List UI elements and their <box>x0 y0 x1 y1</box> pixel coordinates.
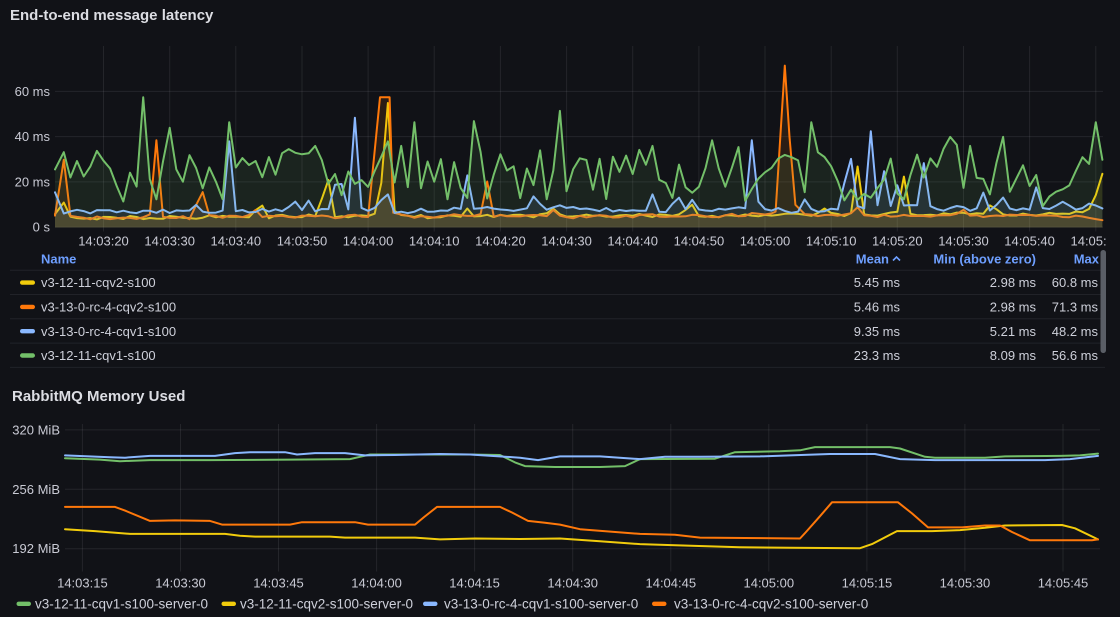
svg-text:14:03:30: 14:03:30 <box>155 576 206 591</box>
svg-text:14:05:00: 14:05:00 <box>743 576 794 591</box>
svg-text:8.09 ms: 8.09 ms <box>990 348 1037 363</box>
svg-text:192 MiB: 192 MiB <box>12 541 60 556</box>
svg-text:2.98 ms: 2.98 ms <box>990 300 1037 315</box>
svg-text:9.35 ms: 9.35 ms <box>854 324 901 339</box>
svg-text:v3-13-0-rc-4-cqv2-s100: v3-13-0-rc-4-cqv2-s100 <box>41 300 176 315</box>
svg-text:14:05:45: 14:05:45 <box>1038 576 1089 591</box>
svg-text:48.2 ms: 48.2 ms <box>1052 324 1099 339</box>
svg-text:5.46 ms: 5.46 ms <box>854 300 901 315</box>
svg-text:14:04:30: 14:04:30 <box>547 576 598 591</box>
svg-text:14:04:15: 14:04:15 <box>449 576 500 591</box>
svg-text:2.98 ms: 2.98 ms <box>990 275 1037 290</box>
svg-text:20 ms: 20 ms <box>15 174 51 189</box>
svg-text:v3-12-11-cqv1-s100-server-0: v3-12-11-cqv1-s100-server-0 <box>35 597 208 612</box>
svg-text:14:03:15: 14:03:15 <box>57 576 108 591</box>
svg-text:v3-13-0-rc-4-cqv1-s100: v3-13-0-rc-4-cqv1-s100 <box>41 324 176 339</box>
svg-text:v3-12-11-cqv2-s100: v3-12-11-cqv2-s100 <box>41 275 156 290</box>
svg-text:End-to-end message latency: End-to-end message latency <box>10 7 214 24</box>
svg-text:14:04:50: 14:04:50 <box>674 234 725 249</box>
svg-text:v3-12-11-cqv2-s100-server-0: v3-12-11-cqv2-s100-server-0 <box>240 597 413 612</box>
svg-text:v3-12-11-cqv1-s100: v3-12-11-cqv1-s100 <box>41 348 156 363</box>
svg-text:Name: Name <box>41 252 76 267</box>
svg-text:v3-13-0-rc-4-cqv1-s100-server-: v3-13-0-rc-4-cqv1-s100-server-0 <box>444 597 638 612</box>
svg-text:5.21 ms: 5.21 ms <box>990 324 1037 339</box>
svg-text:14:03:45: 14:03:45 <box>253 576 304 591</box>
svg-text:14:04:40: 14:04:40 <box>607 234 658 249</box>
svg-text:23.3 ms: 23.3 ms <box>854 348 901 363</box>
svg-text:14:05:15: 14:05:15 <box>842 576 893 591</box>
svg-text:14:03:20: 14:03:20 <box>78 234 129 249</box>
svg-text:14:05:00: 14:05:00 <box>740 234 791 249</box>
svg-text:0 s: 0 s <box>33 220 51 235</box>
svg-text:14:04:45: 14:04:45 <box>645 576 696 591</box>
svg-text:14:04:10: 14:04:10 <box>409 234 460 249</box>
svg-text:71.3 ms: 71.3 ms <box>1052 300 1099 315</box>
svg-text:Mean: Mean <box>856 252 889 267</box>
svg-text:14:05:30: 14:05:30 <box>940 576 991 591</box>
svg-text:14:03:30: 14:03:30 <box>144 234 195 249</box>
svg-text:60.8 ms: 60.8 ms <box>1052 275 1099 290</box>
svg-text:14:03:40: 14:03:40 <box>210 234 261 249</box>
svg-text:Min (above zero): Min (above zero) <box>933 252 1036 267</box>
svg-text:5.45 ms: 5.45 ms <box>854 275 901 290</box>
svg-text:14:05:30: 14:05:30 <box>938 234 989 249</box>
svg-text:14:04:00: 14:04:00 <box>343 234 394 249</box>
svg-text:320 MiB: 320 MiB <box>12 422 60 437</box>
svg-text:Max: Max <box>1074 252 1100 267</box>
svg-text:RabbitMQ Memory Used: RabbitMQ Memory Used <box>12 388 185 405</box>
svg-text:14:04:30: 14:04:30 <box>541 234 592 249</box>
svg-text:14:04:00: 14:04:00 <box>351 576 402 591</box>
svg-text:14:04:20: 14:04:20 <box>475 234 526 249</box>
svg-text:56.6 ms: 56.6 ms <box>1052 348 1099 363</box>
svg-text:14:05:40: 14:05:40 <box>1004 234 1055 249</box>
svg-text:256 MiB: 256 MiB <box>12 482 60 497</box>
svg-text:40 ms: 40 ms <box>15 129 51 144</box>
svg-text:14:05:10: 14:05:10 <box>806 234 857 249</box>
svg-text:v3-13-0-rc-4-cqv2-s100-server-: v3-13-0-rc-4-cqv2-s100-server-0 <box>674 597 868 612</box>
svg-text:14:03:50: 14:03:50 <box>277 234 328 249</box>
svg-text:60 ms: 60 ms <box>15 84 51 99</box>
svg-text:14:05:20: 14:05:20 <box>872 234 923 249</box>
